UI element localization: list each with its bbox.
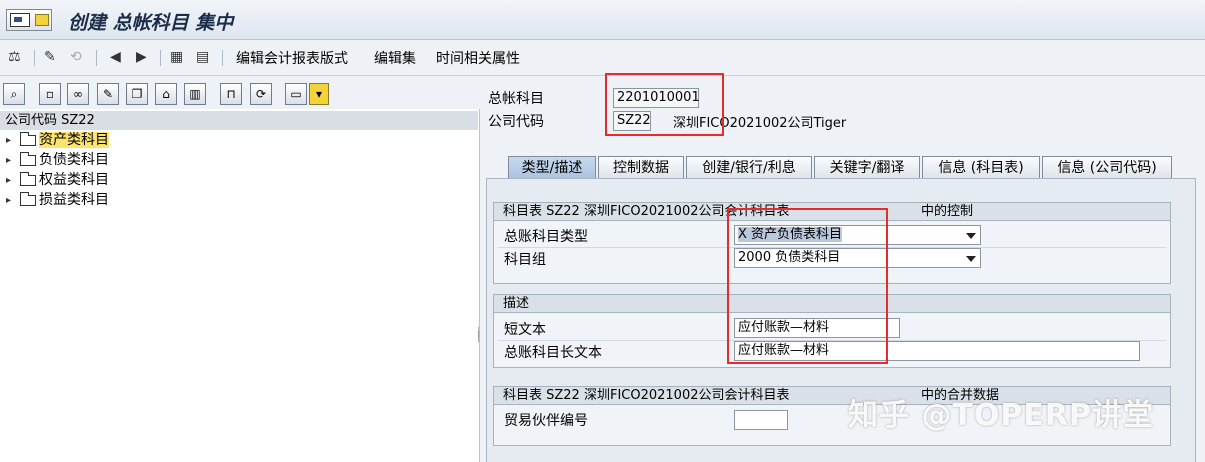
- tab-info-chart-of-accounts[interactable]: 信息 (科目表): [922, 156, 1040, 180]
- new-document-icon[interactable]: ▫: [39, 83, 61, 105]
- print-icon[interactable]: ▦: [170, 49, 183, 67]
- transport-icon[interactable]: ⊓: [220, 83, 242, 105]
- navigation-toolbar: ⌕ ▫ ∞ ✎ ❐ ⌂ ▥ ⊓ ⟳ ▭ ▾: [0, 76, 480, 109]
- copy-icon[interactable]: ❐: [126, 83, 148, 105]
- short-text-label: 短文本: [504, 322, 546, 338]
- lock-icon[interactable]: ⌂: [155, 83, 177, 105]
- long-text-label: 总账科目长文本: [504, 345, 602, 361]
- document-icon[interactable]: ▤: [196, 49, 209, 67]
- toolbar-separator: [34, 50, 35, 66]
- tab-info-company-code[interactable]: 信息 (公司代码): [1042, 156, 1172, 180]
- system-menu-button[interactable]: [6, 9, 52, 31]
- chevron-down-icon: [966, 233, 976, 239]
- folder-icon: [20, 152, 36, 166]
- application-toolbar: ⚖ ✎ ⟲ ◀ ▶ ▦ ▤ 编辑会计报表版式 编辑集 时间相关属性: [0, 40, 1205, 76]
- expand-arrow-icon[interactable]: ▸: [6, 191, 16, 210]
- display-change-icon[interactable]: ✎: [44, 49, 56, 67]
- folder-icon: [20, 192, 36, 206]
- company-code-label: 公司代码: [488, 114, 544, 130]
- tab-keyword-translation[interactable]: 关键字/翻译: [814, 156, 920, 180]
- dropdown-icon[interactable]: ▾: [309, 83, 329, 105]
- tab-create-bank-interest[interactable]: 创建/银行/利息: [686, 156, 812, 180]
- previous-icon[interactable]: ◀: [110, 49, 121, 67]
- company-code-header: 公司代码 SZ22: [0, 111, 478, 130]
- system-menu-icon: [10, 13, 30, 27]
- account-type-label: 总账科目类型: [504, 229, 588, 245]
- page-title: 创建 总帐科目 集中: [68, 12, 234, 34]
- binoculars-icon[interactable]: ⌕: [3, 83, 25, 105]
- chevron-down-icon: [966, 256, 976, 262]
- tree-item-assets[interactable]: ▸ 资产类科目: [6, 131, 109, 150]
- highlight-box: [727, 208, 888, 364]
- gl-account-label: 总帐科目: [488, 91, 544, 107]
- expand-arrow-icon[interactable]: ▸: [6, 131, 16, 150]
- edit-report-layout-button[interactable]: 编辑会计报表版式: [236, 48, 348, 68]
- tree-item-equity[interactable]: ▸ 权益类科目: [6, 171, 109, 190]
- trading-partner-input[interactable]: [734, 410, 788, 430]
- expand-arrow-icon[interactable]: ▸: [6, 151, 16, 170]
- next-icon[interactable]: ▶: [136, 49, 147, 67]
- edit-set-button[interactable]: 编辑集: [374, 48, 416, 68]
- toolbar-separator: [96, 50, 97, 66]
- expand-arrow-icon[interactable]: ▸: [6, 171, 16, 190]
- refresh-icon[interactable]: ⟳: [250, 83, 272, 105]
- print-icon[interactable]: ▭: [285, 83, 307, 105]
- account-group-label: 科目组: [504, 252, 546, 268]
- hierarchy-icon[interactable]: ⚖: [8, 49, 21, 67]
- folder-icon: [20, 172, 36, 186]
- toolbar-separator: [222, 50, 223, 66]
- highlight-box: [605, 73, 724, 136]
- watermark: 知乎 @TOPERP讲堂: [848, 398, 1154, 433]
- tree-item-profit-loss[interactable]: ▸ 损益类科目: [6, 191, 109, 210]
- tab-type-description[interactable]: 类型/描述: [508, 156, 596, 180]
- title-bar: 创建 总帐科目 集中: [0, 0, 1205, 40]
- time-dependent-attributes-button[interactable]: 时间相关属性: [436, 48, 520, 68]
- navigation-panel: ⌕ ▫ ∞ ✎ ❐ ⌂ ▥ ⊓ ⟳ ▭ ▾ 公司代码 SZ22 ▸ 资产类科目 ▸…: [0, 76, 480, 462]
- tree-item-liabilities[interactable]: ▸ 负债类科目: [6, 151, 109, 170]
- dropdown-icon: [35, 14, 49, 26]
- panel-splitter[interactable]: ⁞ ⁞ ⁞: [477, 327, 481, 360]
- toolbar-separator: [160, 50, 161, 66]
- folder-icon: [20, 132, 36, 146]
- trash-icon[interactable]: ▥: [184, 83, 206, 105]
- other-object-icon[interactable]: ⟲: [70, 49, 82, 67]
- trading-partner-label: 贸易伙伴编号: [504, 413, 588, 429]
- tab-control-data[interactable]: 控制数据: [598, 156, 684, 180]
- pencil-icon[interactable]: ✎: [97, 83, 119, 105]
- display-icon[interactable]: ∞: [67, 83, 89, 105]
